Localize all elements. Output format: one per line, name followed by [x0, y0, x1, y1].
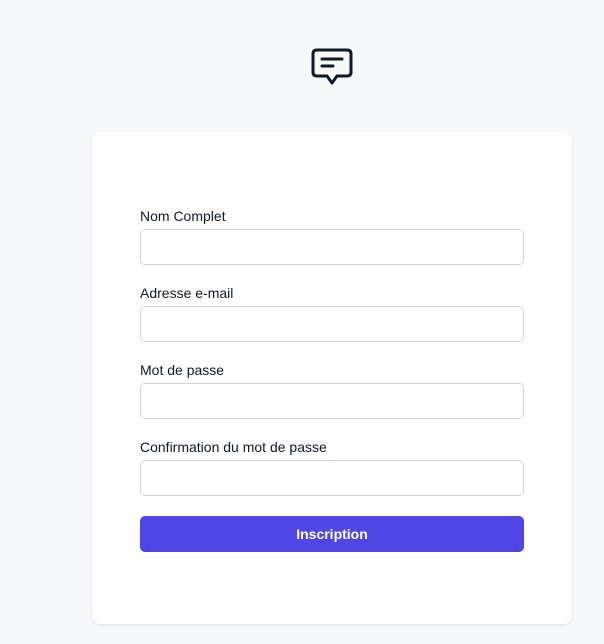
password-confirm-input[interactable]: [140, 460, 524, 496]
chat-bubble-icon: [311, 48, 353, 85]
register-card: Nom Complet Adresse e-mail Mot de passe …: [92, 132, 572, 624]
password-input[interactable]: [140, 383, 524, 419]
email-input[interactable]: [140, 306, 524, 342]
register-button[interactable]: Inscription: [140, 516, 524, 552]
register-form: Nom Complet Adresse e-mail Mot de passe …: [140, 208, 524, 552]
email-label: Adresse e-mail: [140, 285, 234, 301]
full-name-label: Nom Complet: [140, 208, 226, 224]
password-field: Mot de passe: [140, 362, 524, 419]
email-field: Adresse e-mail: [140, 285, 524, 342]
password-label: Mot de passe: [140, 362, 225, 378]
full-name-input[interactable]: [140, 229, 524, 265]
password-confirm-field: Confirmation du mot de passe: [140, 439, 524, 496]
password-confirm-label: Confirmation du mot de passe: [140, 439, 327, 455]
full-name-field: Nom Complet: [140, 208, 524, 265]
